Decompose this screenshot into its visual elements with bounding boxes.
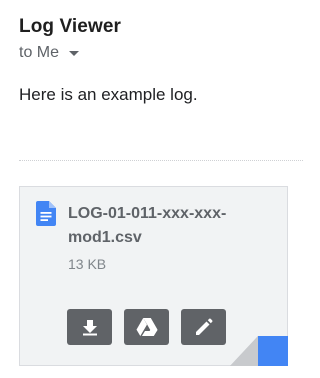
drive-icon [136, 318, 157, 336]
recipient-dropdown[interactable]: to Me [19, 43, 80, 63]
download-button[interactable] [67, 309, 112, 345]
attachment-size: 13 KB [68, 256, 107, 272]
attachment-filename[interactable]: LOG-01-011-xxx-xxx-mod1.csv [68, 202, 273, 250]
divider [19, 160, 303, 161]
save-to-drive-button[interactable] [124, 309, 169, 345]
recipient-label: to Me [19, 44, 60, 61]
page-fold-corner [230, 336, 288, 366]
pencil-icon [195, 318, 212, 335]
edit-button[interactable] [181, 309, 226, 345]
attachment-actions [67, 309, 226, 345]
attachment-card[interactable]: LOG-01-011-xxx-xxx-mod1.csv 13 KB [19, 186, 288, 366]
download-icon [82, 320, 97, 336]
chevron-down-icon[interactable] [69, 51, 80, 56]
document-icon [36, 201, 56, 226]
email-body: Here is an example log. [19, 85, 198, 104]
email-subject: Log Viewer [19, 16, 122, 37]
